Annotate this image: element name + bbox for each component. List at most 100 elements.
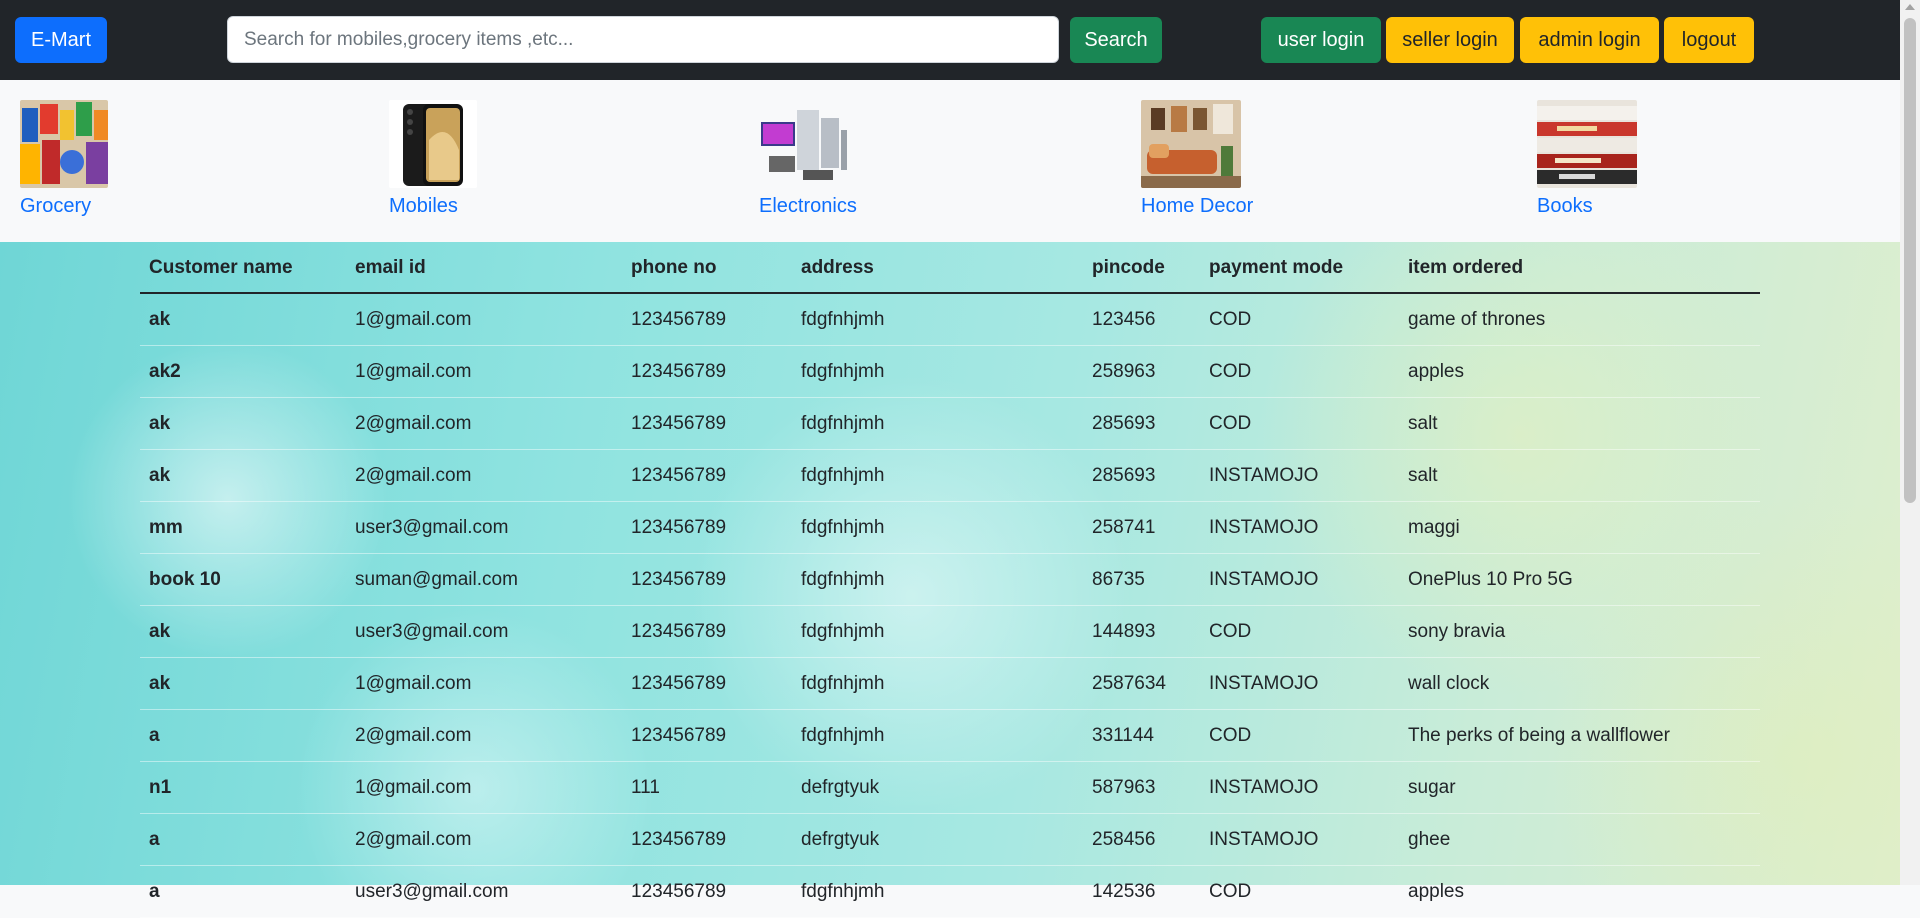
books-image[interactable] bbox=[1537, 100, 1637, 188]
cell-payment-mode: COD bbox=[1209, 309, 1252, 330]
category-home-decor[interactable]: Home Decor bbox=[1141, 100, 1253, 217]
cell-phone-no: 123456789 bbox=[631, 829, 727, 850]
orders-table: Customer name email id phone no address … bbox=[140, 242, 1760, 918]
cell-customer-name: a bbox=[149, 881, 160, 902]
cell-email-id: user3@gmail.com bbox=[355, 517, 509, 538]
home-decor-image[interactable] bbox=[1141, 100, 1241, 188]
cell-email-id: 1@gmail.com bbox=[355, 309, 472, 330]
logout-button[interactable]: logout bbox=[1664, 17, 1754, 63]
user-login-button[interactable]: user login bbox=[1261, 17, 1381, 63]
cell-address: fdgfnhjmh bbox=[801, 725, 885, 746]
category-label[interactable]: Mobiles bbox=[389, 195, 458, 218]
cell-address: fdgfnhjmh bbox=[801, 881, 885, 902]
cell-item-ordered: maggi bbox=[1408, 517, 1460, 538]
cell-pincode: 258456 bbox=[1092, 829, 1156, 850]
cell-pincode: 86735 bbox=[1092, 569, 1145, 590]
category-label[interactable]: Home Decor bbox=[1141, 195, 1253, 218]
cell-address: fdgfnhjmh bbox=[801, 465, 885, 486]
cell-item-ordered: apples bbox=[1408, 361, 1464, 382]
category-electronics[interactable]: Electronics bbox=[759, 100, 857, 217]
vertical-scrollbar[interactable] bbox=[1900, 0, 1920, 885]
table-row: ak 1@gmail.com 123456789 fdgfnhjmh 2587634 IN… bbox=[140, 658, 1760, 710]
cell-customer-name: ak2 bbox=[149, 361, 181, 382]
cell-phone-no: 123456789 bbox=[631, 569, 727, 590]
table-row: ak 2@gmail.com 123456789 fdgfnhjmh 285693 COD… bbox=[140, 398, 1760, 450]
cell-email-id: 1@gmail.com bbox=[355, 777, 472, 798]
cell-customer-name: book 10 bbox=[149, 569, 221, 590]
table-row: ak2 1@gmail.com 123456789 fdgfnhjmh 258963 CO… bbox=[140, 346, 1760, 398]
cell-address: defrgtyuk bbox=[801, 777, 880, 798]
cell-address: fdgfnhjmh bbox=[801, 413, 885, 434]
search-button[interactable]: Search bbox=[1070, 17, 1162, 63]
cell-phone-no: 123456789 bbox=[631, 725, 727, 746]
cell-item-ordered: game of thrones bbox=[1408, 309, 1546, 330]
table-header-row: Customer name email id phone no address … bbox=[140, 242, 1760, 294]
cell-item-ordered: ghee bbox=[1408, 829, 1451, 850]
cell-payment-mode: COD bbox=[1209, 413, 1252, 434]
header-pincode: pincode bbox=[1092, 257, 1165, 278]
cell-pincode: 331144 bbox=[1092, 725, 1154, 746]
cell-customer-name: ak bbox=[149, 673, 171, 694]
cell-address: fdgfnhjmh bbox=[801, 361, 885, 382]
cell-customer-name: n1 bbox=[149, 777, 172, 798]
header-payment-mode: payment mode bbox=[1209, 257, 1344, 278]
cell-email-id: user3@gmail.com bbox=[355, 881, 509, 902]
cell-payment-mode: INSTAMOJO bbox=[1209, 569, 1319, 590]
table-row: ak 2@gmail.com 123456789 fdgfnhjmh 285693 INS… bbox=[140, 450, 1760, 502]
category-books[interactable]: Books bbox=[1537, 100, 1637, 217]
electronics-image[interactable] bbox=[759, 100, 847, 188]
table-row: ak user3@gmail.com 123456789 fdgfnhjmh 14489… bbox=[140, 606, 1760, 658]
cell-address: fdgfnhjmh bbox=[801, 569, 885, 590]
cell-phone-no: 123456789 bbox=[631, 517, 727, 538]
table-row: n1 1@gmail.com 111 defrgtyuk 587963 INSTAMOJO… bbox=[140, 762, 1760, 814]
table-row: a 2@gmail.com 123456789 fdgfnhjmh 331144 COD T… bbox=[140, 710, 1760, 762]
category-mobiles[interactable]: Mobiles bbox=[389, 100, 477, 217]
cell-phone-no: 123456789 bbox=[631, 309, 727, 330]
cell-address: fdgfnhjmh bbox=[801, 621, 885, 642]
cell-email-id: 2@gmail.com bbox=[355, 725, 472, 746]
cell-item-ordered: apples bbox=[1408, 881, 1464, 902]
cell-pincode: 258963 bbox=[1092, 361, 1156, 382]
cell-phone-no: 123456789 bbox=[631, 881, 727, 902]
cell-payment-mode: INSTAMOJO bbox=[1209, 465, 1319, 486]
admin-login-button[interactable]: admin login bbox=[1520, 17, 1659, 63]
cell-phone-no: 123456789 bbox=[631, 621, 727, 642]
header-address: address bbox=[801, 257, 874, 278]
cell-phone-no: 123456789 bbox=[631, 465, 727, 486]
cell-payment-mode: COD bbox=[1209, 361, 1252, 382]
table-row: mm user3@gmail.com 123456789 fdgfnhjmh 25874… bbox=[140, 502, 1760, 554]
cell-payment-mode: COD bbox=[1209, 621, 1252, 642]
search-input[interactable] bbox=[227, 16, 1059, 63]
category-strip: Grocery Mobiles Electronics Home Decor B… bbox=[0, 80, 1900, 242]
cell-item-ordered: wall clock bbox=[1408, 673, 1490, 694]
cell-email-id: suman@gmail.com bbox=[355, 569, 518, 590]
category-label[interactable]: Grocery bbox=[20, 195, 91, 218]
seller-login-button[interactable]: seller login bbox=[1386, 17, 1514, 63]
cell-email-id: 2@gmail.com bbox=[355, 465, 472, 486]
mobile-image[interactable] bbox=[389, 100, 477, 188]
top-navbar: E-Mart Search user login seller login ad… bbox=[0, 0, 1900, 80]
cell-item-ordered: OnePlus 10 Pro 5G bbox=[1408, 569, 1573, 590]
table-row: a user3@gmail.com 123456789 fdgfnhjmh 142536… bbox=[140, 866, 1760, 918]
cell-item-ordered: salt bbox=[1408, 413, 1438, 434]
table-row: a 2@gmail.com 123456789 defrgtyuk 258456 INST… bbox=[140, 814, 1760, 866]
category-label[interactable]: Books bbox=[1537, 195, 1593, 218]
cell-payment-mode: COD bbox=[1209, 725, 1252, 746]
scroll-thumb[interactable] bbox=[1904, 18, 1916, 503]
header-item-ordered: item ordered bbox=[1408, 257, 1524, 278]
cell-email-id: 2@gmail.com bbox=[355, 829, 472, 850]
category-label[interactable]: Electronics bbox=[759, 195, 857, 218]
scroll-up-arrow-icon[interactable] bbox=[1905, 4, 1915, 10]
cell-phone-no: 123456789 bbox=[631, 361, 727, 382]
cell-phone-no: 123456789 bbox=[631, 673, 727, 694]
cell-payment-mode: INSTAMOJO bbox=[1209, 673, 1319, 694]
category-grocery[interactable]: Grocery bbox=[20, 100, 108, 217]
cell-email-id: user3@gmail.com bbox=[355, 621, 509, 642]
cell-email-id: 1@gmail.com bbox=[355, 361, 472, 382]
table-body: ak 1@gmail.com 123456789 fdgfnhjmh 123456 COD… bbox=[140, 294, 1760, 918]
cell-item-ordered: The perks of being a wallflower bbox=[1408, 725, 1670, 746]
cell-phone-no: 123456789 bbox=[631, 413, 727, 434]
brand-button[interactable]: E-Mart bbox=[15, 17, 107, 63]
grocery-image[interactable] bbox=[20, 100, 108, 188]
cell-address: fdgfnhjmh bbox=[801, 517, 885, 538]
